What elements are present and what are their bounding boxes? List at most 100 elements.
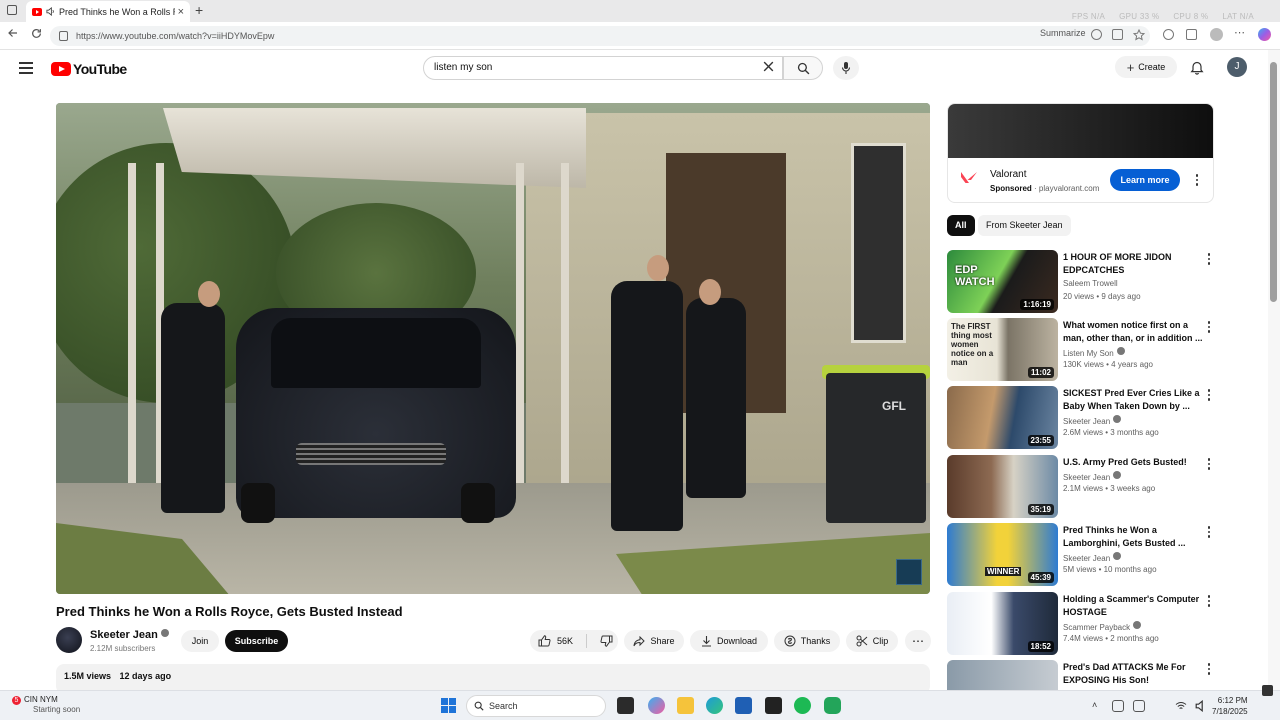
recommended-video[interactable]: 23:55 SICKEST Pred Ever Cries Like a Bab… [947, 386, 1214, 450]
read-aloud-icon[interactable] [1091, 29, 1102, 40]
split-screen-icon[interactable] [1112, 29, 1123, 40]
chip-all[interactable]: All [947, 215, 975, 236]
more-actions-button[interactable]: ⋯ [905, 630, 931, 652]
recommended-video[interactable]: WINNER 45:39 Pred Thinks he Won a Lambor… [947, 523, 1214, 587]
taskbar-clock[interactable]: 6:12 PM 7/18/2025 [1212, 695, 1248, 717]
video-thumbnail[interactable]: 18:52 [947, 592, 1058, 655]
recommended-title[interactable]: Holding a Scammer's Computer HOSTAGE [1063, 593, 1203, 618]
sponsored-ad-card[interactable]: Valorant Sponsored · playvalorant.com Le… [947, 103, 1214, 203]
recommended-title[interactable]: Pred Thinks he Won a Lamborghini, Gets B… [1063, 524, 1203, 549]
share-button[interactable]: Share [624, 630, 684, 652]
like-button[interactable]: 56K [538, 635, 573, 647]
recommended-channel[interactable]: Listen My Son [1063, 347, 1125, 358]
collections-icon[interactable] [1186, 29, 1197, 40]
dislike-button[interactable] [600, 635, 613, 647]
video-thumbnail[interactable]: EDP WATCH 1:16:19 [947, 250, 1058, 313]
channel-watermark-icon[interactable] [896, 559, 922, 585]
video-more-options-icon[interactable] [1207, 526, 1211, 540]
recommended-title[interactable]: U.S. Army Pred Gets Busted! [1063, 456, 1203, 469]
video-thumbnail[interactable]: 35:19 [947, 455, 1058, 518]
channel-name-row[interactable]: Skeeter Jean [90, 629, 169, 641]
new-tab-button[interactable]: + [195, 2, 203, 18]
notification-mic-icon[interactable] [1262, 685, 1273, 696]
clip-button[interactable]: Clip [846, 630, 898, 652]
chat-app-icon[interactable] [824, 697, 841, 714]
video-thumbnail[interactable]: WINNER 45:39 [947, 523, 1058, 586]
hamburger-menu-icon[interactable] [19, 62, 33, 77]
copilot-app-icon[interactable] [648, 697, 665, 714]
video-more-options-icon[interactable] [1207, 595, 1211, 609]
back-icon[interactable] [8, 28, 18, 38]
youtube-logo[interactable]: YouTube [51, 61, 127, 77]
spotify-icon[interactable] [794, 697, 811, 714]
account-avatar[interactable]: J [1227, 57, 1247, 77]
notifications-bell-icon[interactable] [1190, 60, 1204, 75]
video-player[interactable]: GFL [56, 103, 930, 594]
system-tray[interactable]: ˄ [1092, 700, 1097, 710]
recommended-title[interactable]: Pred's Dad ATTACKS Me For EXPOSING His S… [1063, 661, 1203, 686]
video-more-options-icon[interactable] [1207, 253, 1211, 267]
recommended-channel[interactable]: Saleem Trowell [1063, 279, 1118, 288]
video-more-options-icon[interactable] [1207, 663, 1211, 677]
copilot-icon[interactable] [1258, 28, 1271, 41]
video-thumbnail[interactable]: The FIRST thing most women notice on a m… [947, 318, 1058, 381]
recommended-channel[interactable]: Scammer Payback [1063, 621, 1142, 632]
summarize-button[interactable]: Summarize [1040, 28, 1086, 38]
show-hidden-icons-icon[interactable]: ˄ [1092, 700, 1097, 710]
recommended-video[interactable]: 18:52 Holding a Scammer's Computer HOSTA… [947, 592, 1214, 656]
tab-close-icon[interactable]: × [178, 6, 184, 18]
recommended-channel[interactable]: Skeeter Jean [1063, 471, 1122, 482]
site-info-icon[interactable] [59, 31, 68, 41]
recommended-video[interactable]: Pred's Dad ATTACKS Me For EXPOSING His S… [947, 660, 1214, 690]
video-more-options-icon[interactable] [1207, 389, 1211, 403]
ad-more-options-icon[interactable] [1195, 174, 1199, 188]
channel-avatar[interactable] [56, 627, 82, 653]
clear-search-icon[interactable] [762, 60, 775, 73]
tray-app-icon[interactable] [1133, 700, 1145, 712]
learn-more-button[interactable]: Learn more [1110, 169, 1180, 191]
channel-name[interactable]: Skeeter Jean [90, 629, 158, 641]
search-input[interactable]: listen my son [423, 56, 783, 80]
recommended-title[interactable]: SICKEST Pred Ever Cries Like a Baby When… [1063, 387, 1203, 412]
recommended-video[interactable]: The FIRST thing most women notice on a m… [947, 318, 1214, 382]
video-thumbnail[interactable]: 23:55 [947, 386, 1058, 449]
store-icon[interactable] [735, 697, 752, 714]
video-more-options-icon[interactable] [1207, 458, 1211, 472]
create-button[interactable]: + Create [1115, 56, 1177, 78]
volume-icon[interactable] [1195, 700, 1207, 712]
profile-icon[interactable] [1210, 28, 1223, 41]
reload-icon[interactable] [31, 28, 42, 39]
video-more-options-icon[interactable] [1207, 321, 1211, 335]
edge-browser-icon[interactable] [706, 697, 723, 714]
tray-app-icon[interactable] [1112, 700, 1124, 712]
tab-actions-icon[interactable] [7, 5, 17, 15]
search-button[interactable] [783, 56, 823, 80]
chip-from-channel[interactable]: From Skeeter Jean [978, 215, 1071, 236]
recommended-channel[interactable]: Skeeter Jean [1063, 552, 1122, 563]
video-thumbnail[interactable] [947, 660, 1058, 690]
speaker-icon[interactable] [46, 7, 55, 16]
file-explorer-icon[interactable] [677, 697, 694, 714]
recommended-title[interactable]: 1 HOUR OF MORE JIDON EDPCATCHES [1063, 251, 1203, 276]
taskbar-search-box[interactable]: Search [466, 695, 606, 717]
recommended-video[interactable]: EDP WATCH 1:16:19 1 HOUR OF MORE JIDON E… [947, 250, 1214, 314]
scrollbar-thumb[interactable] [1270, 62, 1277, 302]
thanks-button[interactable]: Thanks [774, 630, 840, 652]
recommended-video[interactable]: 35:19 U.S. Army Pred Gets Busted! Skeete… [947, 455, 1214, 519]
recommended-title[interactable]: What women notice first on a man, other … [1063, 319, 1203, 344]
address-bar[interactable]: https://www.youtube.com/watch?v=iiHDYMov… [50, 26, 1150, 46]
recommended-channel[interactable]: Skeeter Jean [1063, 415, 1122, 426]
start-windows-icon[interactable] [441, 698, 456, 713]
favorite-star-icon[interactable] [1133, 29, 1145, 41]
widgets-button[interactable]: 5 CIN NYM Starting soon [12, 695, 80, 715]
browser-tab-active[interactable]: Pred Thinks he Won a Rolls R × [26, 1, 190, 22]
ad-banner-image[interactable] [948, 104, 1213, 158]
capcut-app-icon[interactable] [765, 697, 782, 714]
join-button[interactable]: Join [181, 630, 219, 652]
download-button[interactable]: Download [690, 630, 768, 652]
subscribe-button[interactable]: Subscribe [225, 630, 288, 652]
extensions-icon[interactable] [1163, 29, 1174, 40]
more-menu-icon[interactable]: ⋯ [1234, 26, 1245, 39]
task-view-icon[interactable] [617, 697, 634, 714]
wifi-icon[interactable] [1175, 700, 1187, 712]
